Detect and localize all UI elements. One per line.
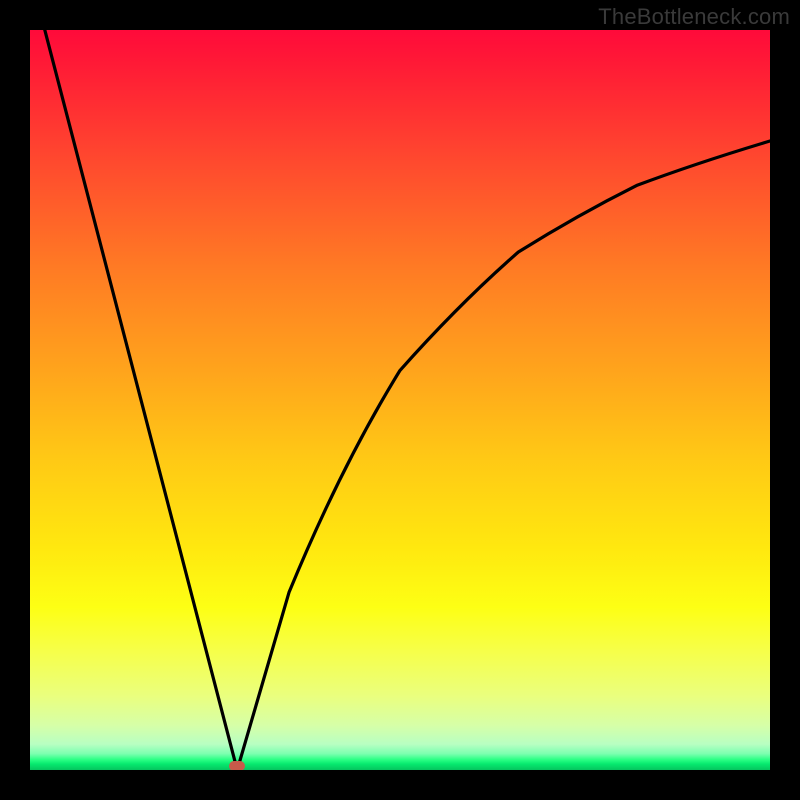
plot-area	[30, 30, 770, 770]
watermark-text: TheBottleneck.com	[598, 4, 790, 30]
bottleneck-curve	[30, 30, 770, 770]
chart-frame: TheBottleneck.com	[0, 0, 800, 800]
